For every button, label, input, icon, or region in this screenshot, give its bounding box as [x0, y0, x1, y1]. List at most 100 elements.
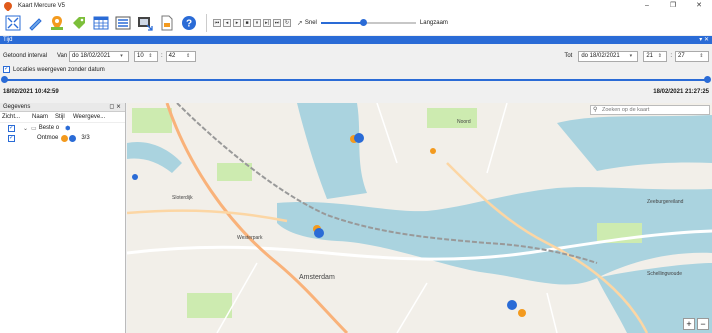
folder-icon: ▭ [31, 125, 37, 132]
speed-slider-handle[interactable] [360, 19, 368, 26]
from-date-picker[interactable]: do 18/02/2021 ▾ [69, 50, 129, 62]
water-north [557, 115, 712, 171]
row-visible-checkbox[interactable]: ✓ [8, 134, 15, 142]
data-panel-header: Gegevens ◻ ⨯ [0, 103, 125, 112]
minimize-button[interactable]: – [634, 0, 660, 11]
blue-marker-icon[interactable] [354, 133, 364, 143]
spinner-icon[interactable]: ⇕ [655, 52, 664, 61]
panel-controls-icon[interactable]: ◻ ⨯ [109, 103, 121, 112]
toolbar: ? ⏮ ◂ ▸ ■ ⏸ ▸| ⏭ ↻ ➚ Snel Langzaam [0, 11, 712, 35]
speed-fast-label: Snel [304, 20, 317, 26]
from-minute-spinner[interactable]: 42 ⇕ [165, 50, 196, 62]
search-icon: ⚲ [593, 107, 598, 113]
help-icon[interactable]: ? [180, 14, 198, 32]
panel-pin-icon[interactable]: ▾ ✕ [699, 36, 709, 44]
blue-marker-icon[interactable] [132, 174, 138, 180]
maximize-button[interactable]: ❐ [660, 0, 686, 11]
layer-style-icon: ⬢ [65, 125, 71, 132]
list-view-icon[interactable] [114, 14, 132, 32]
speed-slider[interactable] [320, 19, 416, 26]
tag-icon[interactable] [70, 14, 88, 32]
step-back-button[interactable]: ◂ [223, 19, 231, 27]
map-label: Amsterdam [299, 274, 335, 281]
blue-marker-icon [69, 134, 77, 142]
time-range-slider[interactable] [1, 76, 711, 83]
time-filter: Getoond interval Van do 18/02/2021 ▾ 10 … [0, 44, 712, 101]
orange-marker-icon[interactable] [430, 148, 436, 154]
spinner-icon[interactable]: ⇕ [184, 52, 193, 61]
water-harbour [297, 103, 367, 199]
show-undated-label: Locaties weergeven zonder datum [13, 66, 105, 73]
map-label: Sloterdijk [172, 195, 193, 201]
range-start-handle[interactable] [1, 76, 8, 83]
play-button[interactable]: ▸ [233, 19, 241, 27]
park [132, 108, 172, 133]
close-button[interactable]: ✕ [686, 0, 712, 11]
orange-marker-icon[interactable] [518, 309, 526, 317]
interval-label: Getoond interval [3, 53, 48, 59]
blue-marker-icon[interactable] [507, 300, 517, 310]
map-view[interactable]: Amsterdam Zeeburgereiland Schellingwoude… [127, 103, 712, 333]
table-icon[interactable] [92, 14, 110, 32]
pause-button[interactable]: ⏸ [253, 19, 261, 27]
stop-button[interactable]: ■ [243, 19, 251, 27]
zoom-extent-icon[interactable] [4, 14, 22, 32]
map-canvas[interactable]: Amsterdam Zeeburgereiland Schellingwoude… [127, 103, 712, 333]
skip-start-button[interactable]: ⏮ [213, 19, 221, 27]
blue-marker-icon[interactable] [314, 228, 324, 238]
calendar-dropdown-icon[interactable]: ▾ [626, 52, 635, 61]
row-name: Beste o [38, 125, 60, 131]
expand-chevron-icon[interactable]: ⌄ [23, 125, 28, 132]
undated-row: ✓ Locaties weergeven zonder datum [3, 66, 105, 73]
column-display[interactable]: Weergeve... [71, 112, 116, 122]
row-display-count: 3/3 [81, 135, 90, 141]
time-panel-title: Tijd [3, 37, 13, 43]
toolbar-separator [206, 14, 207, 32]
pin-icon: ➚ [297, 20, 303, 27]
map-label: Schellingwoude [647, 271, 682, 277]
road [127, 209, 288, 223]
park [427, 108, 477, 128]
from-hour-spinner[interactable]: 10 ⇕ [134, 50, 158, 62]
range-end-handle[interactable] [704, 76, 711, 83]
loop-button[interactable]: ↻ [283, 19, 291, 27]
map-search-placeholder: Zoeken op de kaart [602, 107, 650, 113]
column-style[interactable]: Stijl [53, 112, 71, 122]
speed-control: ➚ Snel Langzaam [297, 19, 448, 27]
data-panel: Gegevens ◻ ⨯ Zicht... Naam Stijl Weergev… [0, 103, 126, 333]
to-minute-spinner[interactable]: 27 ⇕ [675, 50, 709, 62]
orange-marker-icon [61, 134, 69, 142]
map-search-input[interactable]: ⚲ Zoeken op de kaart [590, 105, 710, 115]
from-label: Van [57, 53, 68, 59]
speed-slow-label: Langzaam [419, 20, 448, 26]
show-undated-checkbox[interactable]: ✓ [3, 66, 10, 73]
time-colon: : [670, 53, 672, 59]
pen-icon[interactable] [26, 14, 44, 32]
skip-end-button[interactable]: ⏭ [273, 19, 281, 27]
column-name[interactable]: Naam [20, 112, 53, 122]
to-hour-spinner[interactable]: 21 ⇕ [643, 50, 668, 62]
row-visible-checkbox[interactable]: ✓ [8, 124, 15, 132]
column-headers: Zicht... Naam Stijl Weergeve... [0, 112, 125, 123]
column-visible[interactable]: Zicht... [0, 112, 20, 122]
app-logo-icon [2, 0, 14, 12]
calendar-dropdown-icon[interactable]: ▾ [117, 52, 126, 61]
range-labels: 18/02/2021 10:42:59 18/02/2021 21:27:25 [3, 89, 709, 95]
spinner-icon[interactable]: ⇕ [146, 52, 155, 61]
spinner-icon[interactable]: ⇕ [697, 52, 706, 61]
map-label: Westerpark [237, 235, 263, 241]
zoom-in-button[interactable]: + [683, 318, 695, 330]
to-date-picker[interactable]: do 18/02/2021 ▾ [578, 50, 639, 62]
document-icon[interactable] [158, 14, 176, 32]
from-hour-value: 10 [137, 52, 144, 59]
from-minute-value: 42 [168, 52, 176, 59]
location-pin-icon[interactable] [48, 14, 66, 32]
zoom-out-button[interactable]: − [697, 318, 709, 330]
to-label: Tot [564, 53, 573, 59]
window-title: Kaart Mercure V5 [18, 2, 66, 9]
title-bar: Kaart Mercure V5 – ❐ ✕ [0, 0, 712, 12]
export-icon[interactable] [136, 14, 154, 32]
step-forward-button[interactable]: ▸| [263, 19, 271, 27]
tree-row[interactable]: ✓ ⌄ ▭ Beste o ⬢ [0, 123, 125, 133]
tree-row[interactable]: ✓ Ontmoe 3/3 [0, 133, 125, 143]
